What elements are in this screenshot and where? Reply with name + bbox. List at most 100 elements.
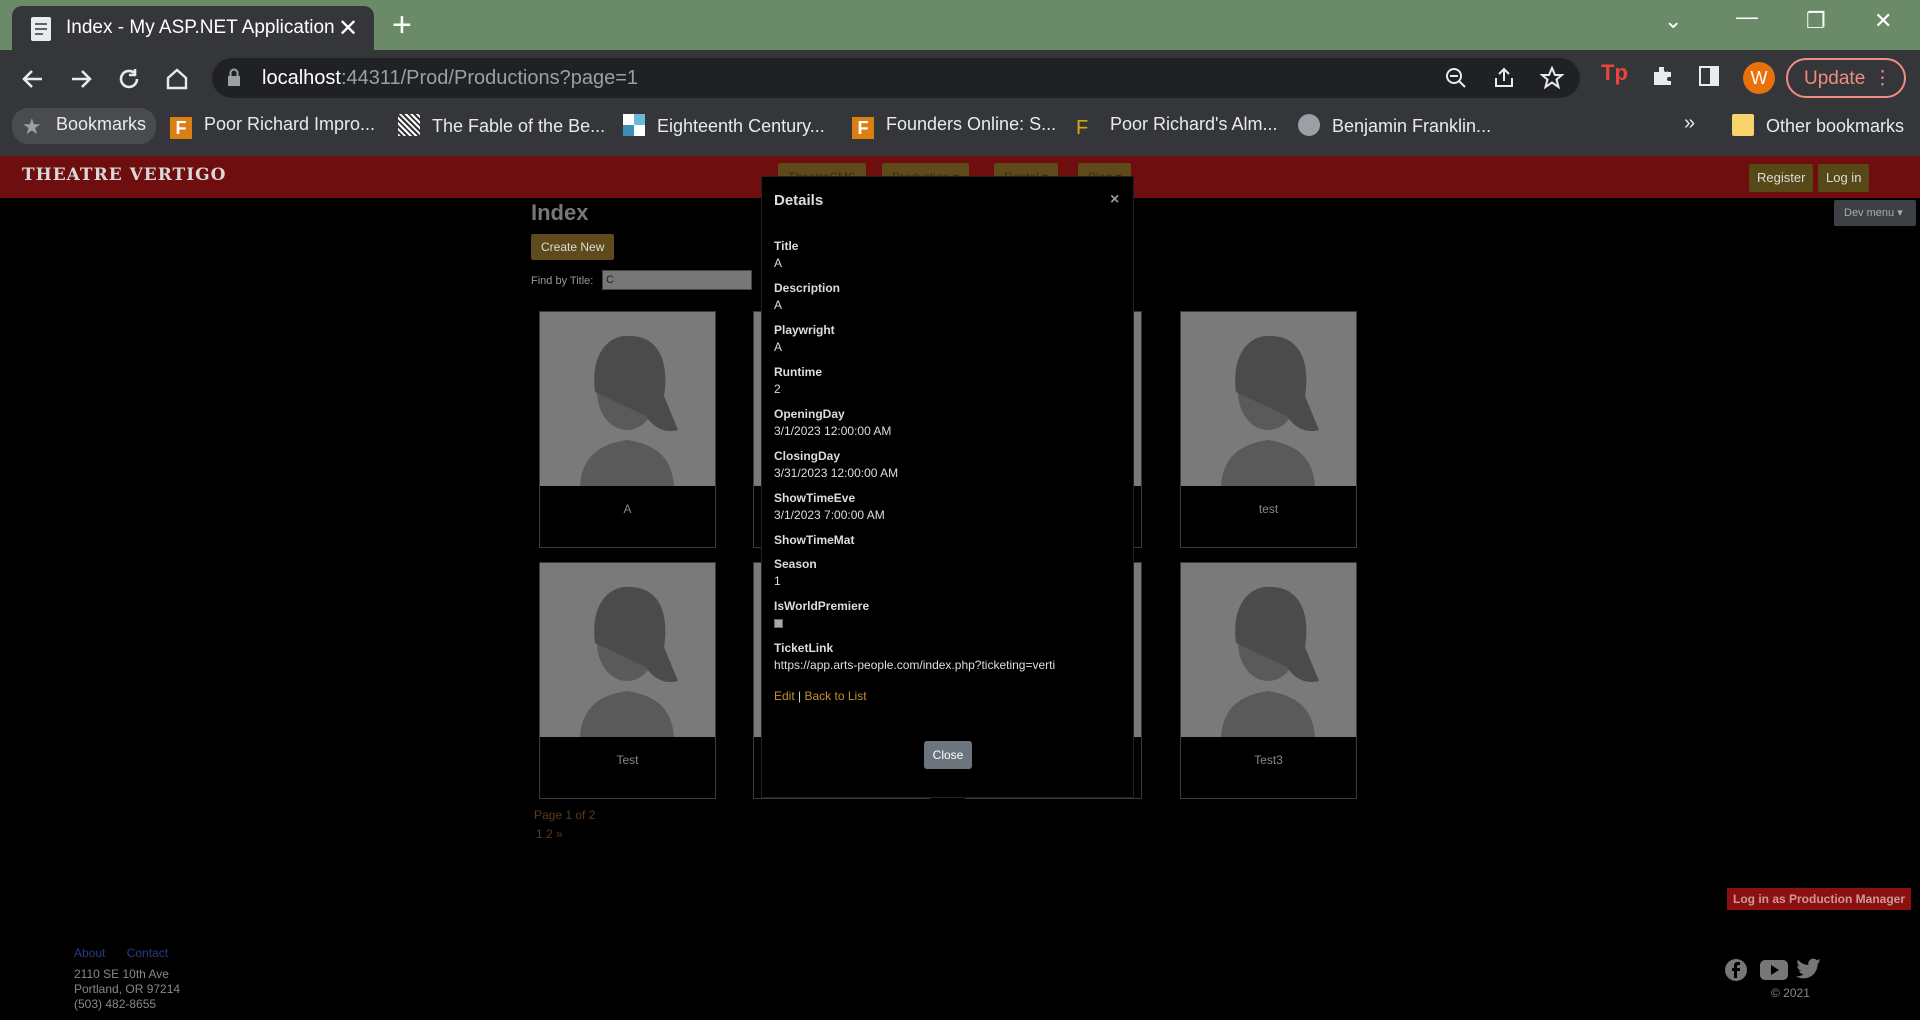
bookmark-item[interactable]: The Fable of the Be... [398,114,605,142]
bookmark-item[interactable]: Eighteenth Century... [623,114,825,142]
more-menu-icon[interactable]: ⋮ [1873,67,1892,90]
phone-number: (503) 482-8655 [74,997,157,1011]
home-icon[interactable] [160,62,194,96]
bookmark-label: Founders Online: S... [886,114,1057,134]
details-list: Title A Description A Playwright A Runti… [774,239,1124,683]
side-panel-icon[interactable] [1697,64,1721,88]
footer-about-link[interactable]: About [74,946,105,960]
field-value-title: A [774,256,783,270]
footer-contact-link[interactable]: Contact [127,946,168,960]
address-bar[interactable]: localhost:44311/Prod/Productions?page=1 [212,58,1580,98]
field-value-showtimemat [774,550,1124,557]
field-label-title: Title [774,239,799,253]
field-label-openingday: OpeningDay [774,407,845,421]
close-icon[interactable]: × [1110,191,1119,209]
back-icon[interactable] [16,62,50,96]
reload-icon[interactable] [112,62,146,96]
copyright: © 2021 [1771,986,1810,1000]
tab-search-icon[interactable]: ⌄ [1664,8,1682,34]
edit-link[interactable]: Edit [774,689,795,703]
register-button[interactable]: Register [1749,164,1814,192]
letter-f-icon: F [1076,117,1089,139]
back-to-list-link[interactable]: Back to List [805,689,867,703]
field-label-runtime: Runtime [774,365,822,379]
youtube-icon[interactable] [1760,960,1788,980]
bookmark-item[interactable]: Benjamin Franklin... [1298,114,1491,142]
globe-icon [1298,114,1320,136]
minimize-icon[interactable]: — [1736,4,1758,30]
login-button[interactable]: Log in [1818,164,1870,192]
address-line: Portland, OR 97214 [74,982,181,996]
update-button[interactable]: Update ⋮ [1786,58,1906,98]
document-icon [31,17,51,41]
bookmark-item[interactable]: F Poor Richard Impro... [170,114,375,142]
folder-icon [1732,114,1754,136]
zoom-out-icon[interactable] [1444,66,1468,90]
field-label-showtimemat: ShowTimeMat [774,533,855,547]
lock-icon[interactable] [226,68,242,88]
field-label-showtimeeve: ShowTimeEve [774,491,856,505]
bookmark-label: Other bookmarks [1766,116,1905,136]
bookmark-star-icon[interactable] [1540,66,1564,90]
update-label: Update [1804,68,1866,89]
field-value-showtimeeve: 3/1/2023 7:00:00 AM [774,508,885,522]
close-window-icon[interactable]: ✕ [1874,8,1892,34]
link-separator: | [798,689,802,703]
production-card[interactable]: test [1180,311,1357,548]
page-title: Index [531,200,589,225]
share-icon[interactable] [1492,66,1516,90]
star-icon: ★ [22,114,42,139]
field-value-season: 1 [774,574,781,588]
close-button[interactable]: Close [924,741,972,769]
bookmark-label: Poor Richard's Alm... [1110,114,1278,134]
more-bookmarks-icon[interactable]: » [1684,112,1695,140]
production-card[interactable]: A [539,311,716,548]
close-tab-icon[interactable]: ✕ [338,14,358,43]
world-premiere-checkbox [774,619,783,628]
bookmark-label: Bookmarks [56,114,147,134]
field-label-ticketlink: TicketLink [774,641,834,655]
placeholder-avatar-image [1181,563,1356,737]
production-title: Test [616,753,639,767]
production-title: A [623,502,632,516]
production-card[interactable]: Test [539,562,716,799]
new-tab-icon[interactable]: + [392,6,412,45]
forward-icon[interactable] [64,62,98,96]
site-logo[interactable]: THEATRE VERTIGO [22,165,227,185]
field-value-openingday: 3/1/2023 12:00:00 AM [774,424,892,438]
field-value-description: A [774,298,783,312]
restore-icon[interactable]: ❐ [1806,8,1826,34]
facebook-icon[interactable] [1724,958,1748,982]
field-value-closingday: 3/31/2023 12:00:00 AM [774,466,899,480]
browser-tab[interactable]: Index - My ASP.NET Application ✕ [12,6,374,50]
field-value-playwright: A [774,340,783,354]
bookmarks-folder[interactable]: ★ Bookmarks [12,108,157,144]
tp-extension-icon[interactable]: Tp [1601,60,1628,86]
find-label: Find by Title: [531,275,594,287]
login-as-production-manager-button[interactable]: Log in as Production Manager [1727,888,1912,910]
pagination-info: Page 1 of 2 [534,808,596,822]
field-label-description: Description [774,281,841,295]
pagination-links[interactable]: 1 2 » [536,827,563,841]
url-text: localhost:44311/Prod/Productions?page=1 [262,67,639,89]
bookmark-label: Eighteenth Century... [657,116,825,136]
founders-f-icon: F [170,117,192,139]
footer-address: 2110 SE 10th Ave Portland, OR 97214 (503… [74,967,180,1012]
other-bookmarks-folder[interactable]: Other bookmarks [1732,114,1904,142]
field-label-closingday: ClosingDay [774,449,841,463]
bookmark-item[interactable]: F Founders Online: S... [852,114,1056,142]
dev-menu-button[interactable]: Dev menu ▾ [1834,200,1916,226]
twitter-icon[interactable] [1796,958,1822,980]
extensions-puzzle-icon[interactable] [1650,64,1674,88]
find-by-title-input[interactable] [602,270,752,290]
bookmark-item[interactable]: F Poor Richard's Alm... [1076,114,1278,142]
field-value-isworldpremiere [774,616,1124,641]
placeholder-avatar-image [1181,312,1356,486]
production-card[interactable]: Test3 [1180,562,1357,799]
field-value-runtime: 2 [774,382,781,396]
modal-actions: Edit | Back to List [774,689,867,703]
field-label-isworldpremiere: IsWorldPremiere [774,599,870,613]
tab-strip: Index - My ASP.NET Application ✕ + ⌄ — ❐… [0,0,1920,50]
create-new-button[interactable]: Create New [531,234,615,260]
profile-avatar[interactable]: W [1743,62,1775,94]
